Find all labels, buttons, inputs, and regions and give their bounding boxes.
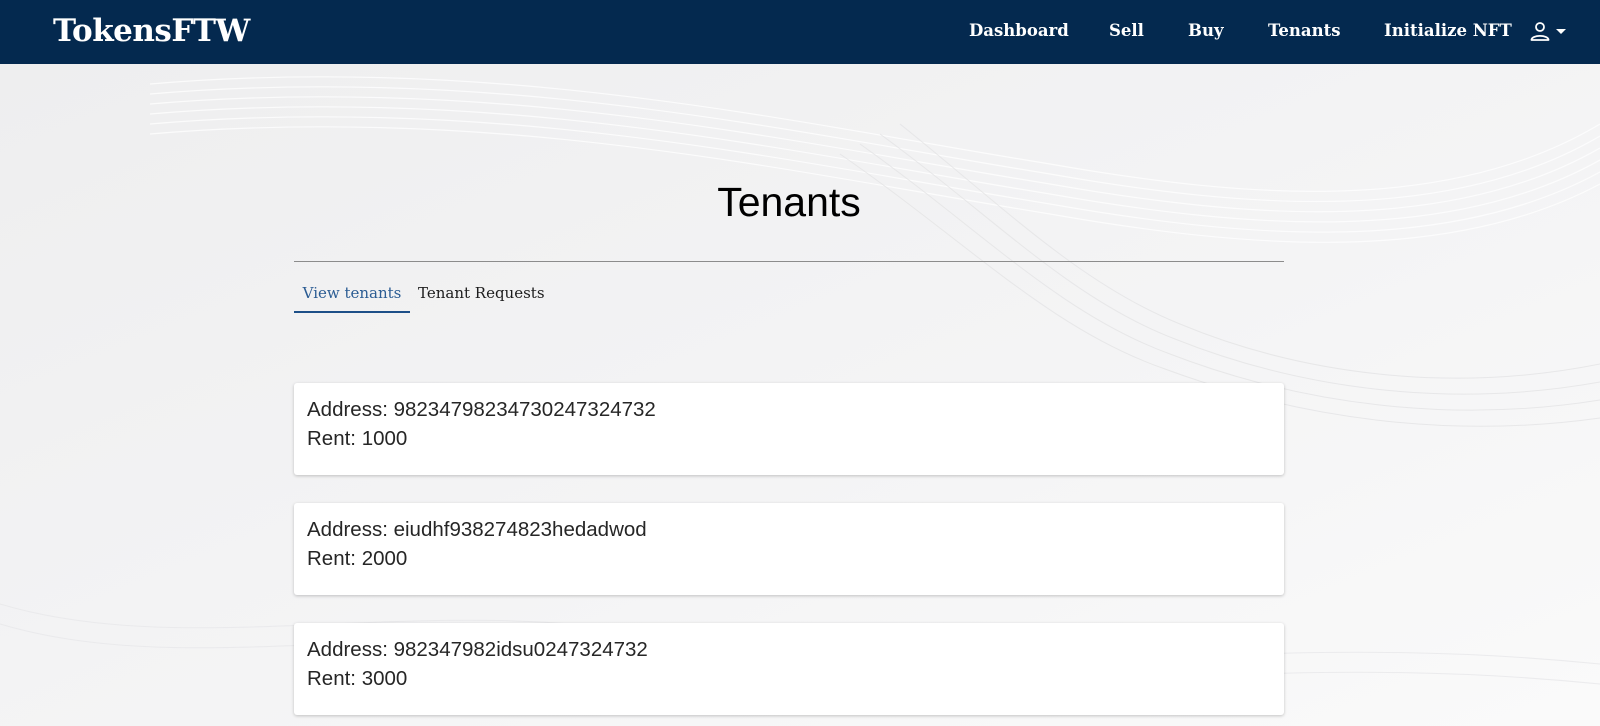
tab-view-tenants[interactable]: View tenants [294,282,410,304]
tenant-rent: Rent: 1000 [307,427,408,450]
tenant-address: Address: 98234798234730247324732 [307,398,656,421]
tenant-rent: Rent: 2000 [307,547,408,570]
nav-buy[interactable]: Buy [1188,20,1224,42]
tenant-address: Address: eiudhf938274823hedadwod [307,518,647,541]
nav-dashboard[interactable]: Dashboard [969,20,1069,42]
tab-tenant-requests[interactable]: Tenant Requests [418,282,545,304]
nav-sell[interactable]: Sell [1109,20,1144,42]
caret-down-icon [1556,29,1566,34]
tenant-card: Address: 98234798234730247324732 Rent: 1… [294,383,1284,475]
active-tab-indicator [294,311,410,313]
person-icon [1530,22,1550,41]
tenant-address: Address: 982347982idsu0247324732 [307,638,648,661]
nav-tenants[interactable]: Tenants [1268,20,1340,42]
page-title: Tenants [717,179,861,225]
brand-logo[interactable]: TokensFTW [53,10,250,52]
tenant-rent: Rent: 3000 [307,667,408,690]
top-navbar: TokensFTW Dashboard Sell Buy Tenants Ini… [0,0,1600,64]
user-menu-button[interactable] [1527,19,1575,45]
tenant-card: Address: 982347982idsu0247324732 Rent: 3… [294,623,1284,715]
title-divider [294,261,1284,262]
nav-initialize-nft[interactable]: Initialize NFT [1384,20,1512,42]
tenant-card: Address: eiudhf938274823hedadwod Rent: 2… [294,503,1284,595]
